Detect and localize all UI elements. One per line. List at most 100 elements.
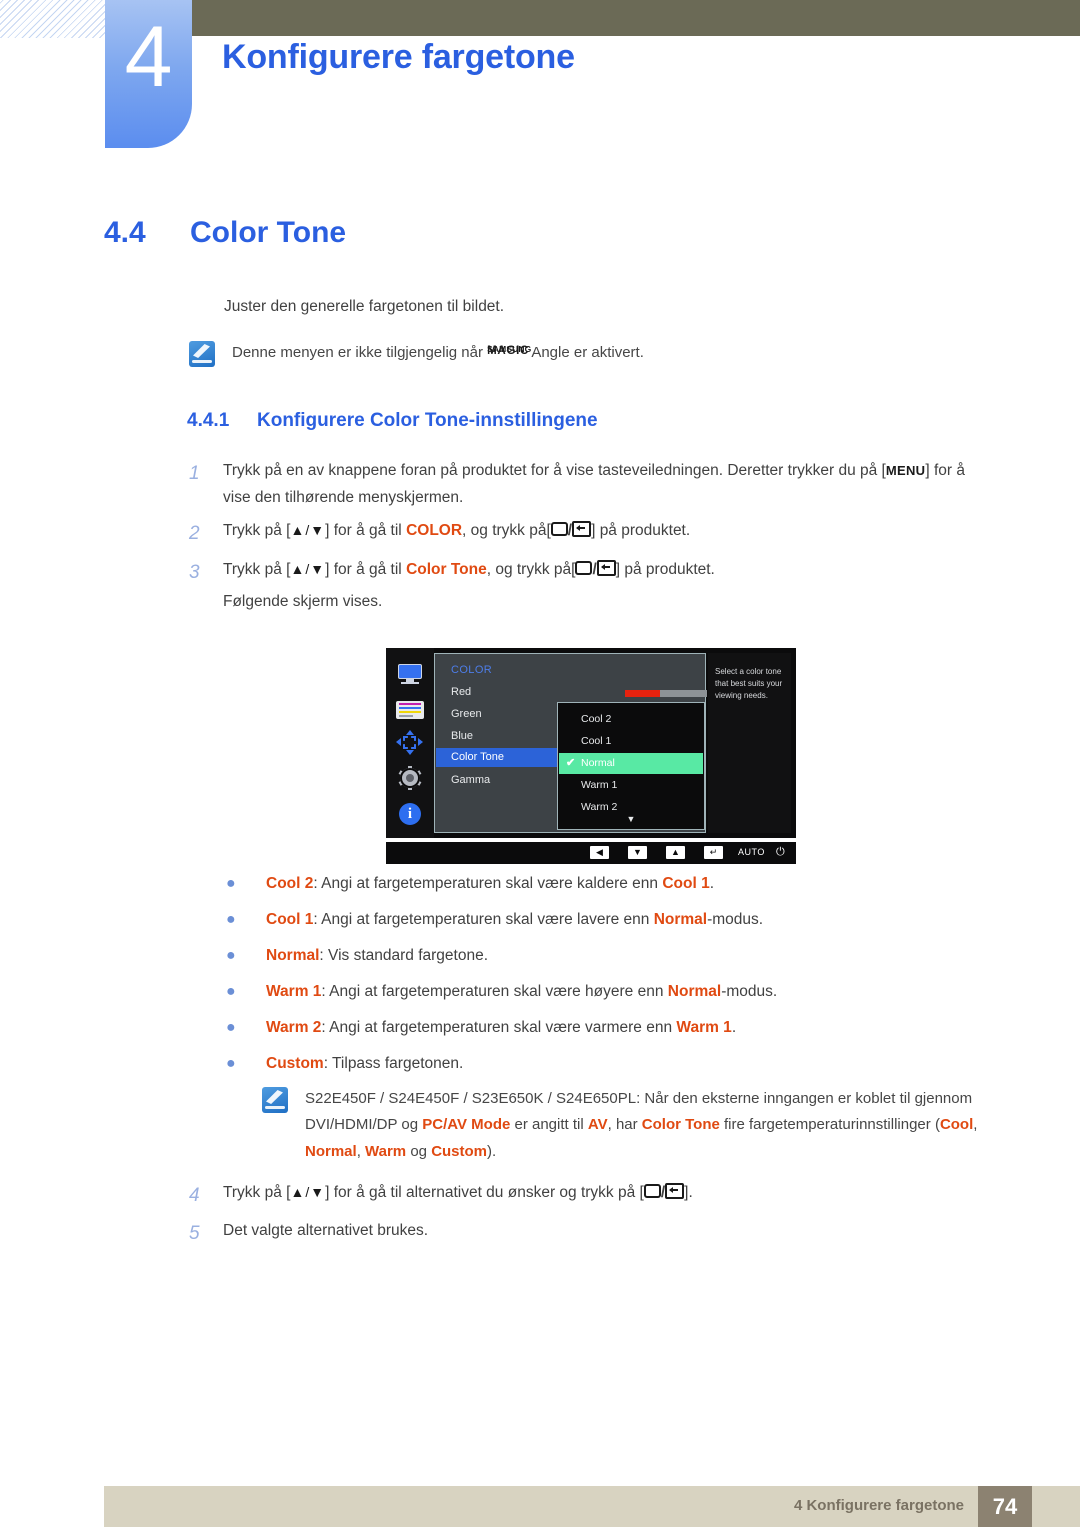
step-number: 2 bbox=[189, 523, 200, 545]
key-menu-label: MENU bbox=[885, 463, 926, 478]
osd-menu-item-blue[interactable]: Blue bbox=[451, 730, 473, 742]
dropdown-option-warm1[interactable]: Warm 1 bbox=[559, 775, 703, 796]
step-number: 1 bbox=[189, 463, 200, 484]
monitor-icon[interactable] bbox=[395, 662, 425, 687]
step-text: Trykk på en av knappene foran på produkt… bbox=[223, 462, 965, 506]
option-desc: : Angi at fargetemperaturen skal være va… bbox=[321, 1019, 677, 1036]
step-text: Trykk på [▲/▼] for å gå til Color Tone, … bbox=[223, 557, 989, 616]
subsection-title: Konfigurere Color Tone-innstillingene bbox=[257, 410, 598, 431]
bullet-dot-icon: ● bbox=[226, 1055, 236, 1072]
option-desc: : Tilpass fargetonen. bbox=[323, 1055, 464, 1072]
note-top-text-after: er aktivert. bbox=[569, 344, 644, 361]
keyword-warm: Warm bbox=[365, 1142, 407, 1160]
magic-magic-word: MAGIC bbox=[487, 345, 529, 357]
list-item: ● Custom: Tilpass fargetonen. bbox=[224, 1052, 1014, 1076]
option-desc: : Angi at fargetemperaturen skal være ka… bbox=[313, 875, 663, 892]
steps-list-top: 1 Trykk på en av knappene foran på produ… bbox=[189, 458, 989, 623]
keyword-normal: Normal bbox=[305, 1142, 357, 1160]
chapter-number: 4 bbox=[124, 9, 173, 105]
section-title: Color Tone bbox=[190, 216, 347, 249]
osd-red-slider[interactable] bbox=[625, 690, 707, 697]
step-text: Trykk på [▲/▼] for å gå til alternativet… bbox=[223, 1180, 989, 1207]
bullet-dot-icon: ● bbox=[226, 947, 236, 964]
keyword-custom: Custom bbox=[431, 1142, 488, 1160]
key-auto-label[interactable]: AUTO bbox=[738, 846, 765, 860]
info-icon[interactable]: i bbox=[395, 802, 425, 827]
osd-color-tone-dropdown[interactable]: Cool 2 Cool 1 ✔ Normal Warm 1 Warm 2 ▼ bbox=[557, 702, 705, 830]
step3-part1: Trykk på [ bbox=[223, 560, 291, 578]
step-item: 3 Trykk på [▲/▼] for å gå til Color Tone… bbox=[189, 557, 989, 616]
power-icon[interactable]: ⏻ bbox=[776, 846, 785, 860]
chevron-down-icon[interactable]: ▼ bbox=[558, 815, 704, 824]
step-number: 3 bbox=[189, 561, 200, 583]
keyword-cool: Cool bbox=[939, 1116, 974, 1134]
option-end: -modus. bbox=[707, 911, 764, 928]
note-bottom-p2: er angitt til bbox=[510, 1116, 588, 1134]
osd-menu-item-gamma[interactable]: Gamma bbox=[451, 774, 490, 786]
key-up-button[interactable]: ▲ bbox=[666, 846, 685, 859]
step2-part4: ] på produktet. bbox=[591, 522, 691, 540]
step-item: 4 Trykk på [▲/▼] for å gå til alternativ… bbox=[189, 1180, 989, 1211]
osd-menu-item-red[interactable]: Red bbox=[451, 686, 471, 698]
key-down-button[interactable]: ▼ bbox=[628, 846, 647, 859]
position-arrows-icon[interactable] bbox=[395, 730, 425, 756]
key-left-button[interactable]: ◀ bbox=[590, 846, 609, 859]
step4-part3: ]. bbox=[684, 1184, 693, 1201]
option-term: Normal bbox=[266, 947, 320, 964]
note-top-text-before: Denne menyen er ikke tilgjengelig når bbox=[232, 344, 488, 361]
key-down-glyph: ▼ bbox=[633, 847, 642, 857]
source-key-icon bbox=[643, 1184, 661, 1198]
option-end: . bbox=[709, 875, 715, 892]
magic-angle-word: Angle bbox=[531, 344, 570, 361]
step-item: 2 Trykk på [▲/▼] for å gå til COLOR, og … bbox=[189, 518, 989, 549]
color-bars-icon[interactable] bbox=[396, 700, 424, 720]
step3-part2: ] for å gå til bbox=[325, 560, 407, 578]
step3-part4: ] på produktet. bbox=[615, 560, 715, 578]
list-item-text: Warm 1: Angi at fargetemperaturen skal v… bbox=[266, 980, 777, 1003]
list-item: ● Warm 1: Angi at fargetemperaturen skal… bbox=[224, 980, 1014, 1004]
page-header: 4 Konfigurere fargetone bbox=[0, 0, 1080, 160]
bullet-dot-icon: ● bbox=[226, 983, 236, 1000]
enter-key-icon bbox=[665, 1183, 685, 1199]
option-ref: Normal bbox=[667, 983, 722, 1000]
dropdown-option-normal[interactable]: ✔ Normal bbox=[559, 753, 703, 774]
footer-page-number: 74 bbox=[978, 1486, 1032, 1527]
key-enter-glyph: ↵ bbox=[709, 847, 718, 857]
note-block-top: Denne menyen er ikke tilgjengelig når SA… bbox=[189, 340, 949, 367]
checkmark-icon: ✔ bbox=[566, 757, 576, 769]
enter-key-icon bbox=[596, 559, 616, 576]
note-top-text: Denne menyen er ikke tilgjengelig når SA… bbox=[232, 340, 644, 366]
dropdown-option-cool2[interactable]: Cool 2 bbox=[559, 709, 703, 730]
step-number: 5 bbox=[189, 1223, 200, 1245]
note-bottom-p5: , bbox=[973, 1116, 978, 1134]
step-text: Trykk på [▲/▼] for å gå til COLOR, og tr… bbox=[223, 518, 989, 545]
list-item-text: Cool 2: Angi at fargetemperaturen skal v… bbox=[266, 872, 714, 895]
decorative-hatch-pattern bbox=[0, 0, 106, 38]
section-heading: 4.4 Color Tone bbox=[104, 216, 346, 250]
subsection-heading: 4.4.1 Konfigurere Color Tone-innstillinge… bbox=[187, 410, 598, 432]
key-left-glyph: ◀ bbox=[596, 847, 603, 857]
up-down-arrows-icon: ▲/▼ bbox=[290, 522, 326, 539]
keyword-color-tone: Color Tone bbox=[641, 1116, 720, 1134]
info-glyph: i bbox=[399, 803, 421, 826]
step4-part2: ] for å gå til alternativet du ønsker og… bbox=[325, 1184, 644, 1201]
list-item-text: Normal: Vis standard fargetone. bbox=[266, 944, 488, 967]
osd-key-guide-bar: ◀ ▼ ▲ ↵ AUTO ⏻ bbox=[386, 842, 796, 864]
up-down-arrows-icon: ▲/▼ bbox=[290, 560, 326, 577]
bullet-dot-icon: ● bbox=[226, 1019, 236, 1036]
step-text: Det valgte alternativet brukes. bbox=[223, 1222, 429, 1240]
list-item: ● Normal: Vis standard fargetone. bbox=[224, 944, 1014, 968]
option-end: -modus. bbox=[721, 983, 778, 1000]
option-ref: Cool 1 bbox=[662, 875, 710, 892]
enter-key-icon bbox=[572, 521, 592, 538]
dropdown-option-cool1[interactable]: Cool 1 bbox=[559, 731, 703, 752]
color-tone-options-list: ● Cool 2: Angi at fargetemperaturen skal… bbox=[224, 872, 1014, 1088]
step3-subline: Følgende skjerm vises. bbox=[223, 593, 383, 611]
osd-menu-title: COLOR bbox=[451, 664, 493, 676]
steps-list-bottom: 4 Trykk på [▲/▼] for å gå til alternativ… bbox=[189, 1180, 989, 1257]
gear-icon[interactable] bbox=[395, 766, 425, 791]
option-term: Cool 2 bbox=[266, 875, 314, 892]
key-enter-button[interactable]: ↵ bbox=[704, 846, 723, 859]
osd-menu-item-green[interactable]: Green bbox=[451, 708, 482, 720]
note-bottom-p8: ). bbox=[487, 1142, 497, 1160]
